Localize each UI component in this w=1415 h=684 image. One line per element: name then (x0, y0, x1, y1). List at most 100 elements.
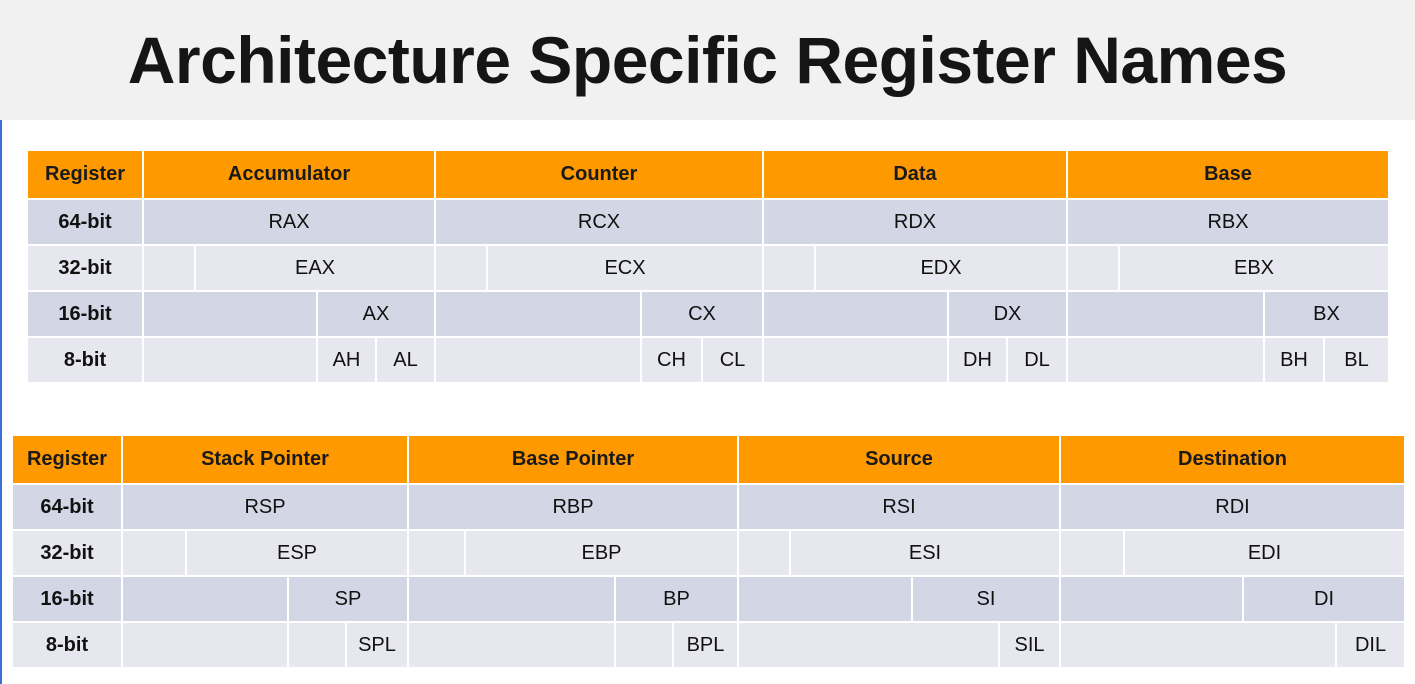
register-ch: CH (642, 338, 701, 382)
section-counter: CX (436, 292, 762, 336)
section-header-destination: Destination (1061, 436, 1404, 483)
empty-cell (764, 246, 814, 290)
register-al: AL (377, 338, 434, 382)
section-counter: ECX (436, 246, 762, 290)
register-rax: RAX (144, 200, 434, 244)
register-spl: SPL (347, 623, 407, 667)
register-esi: ESI (791, 531, 1059, 575)
section-base: BH BL (1068, 338, 1388, 382)
section-base: BX (1068, 292, 1388, 336)
empty-cell (1061, 577, 1242, 621)
section-source: SI (739, 577, 1059, 621)
row-label: 64-bit (28, 200, 142, 244)
section-stack-pointer: ESP (123, 531, 407, 575)
section-destination: DI (1061, 577, 1404, 621)
register-dh: DH (949, 338, 1006, 382)
table-header-row: Register Stack Pointer Base Pointer Sour… (13, 436, 1404, 483)
register-dl: DL (1008, 338, 1066, 382)
empty-cell (1061, 623, 1335, 667)
section-header-stack-pointer: Stack Pointer (123, 436, 407, 483)
register-bl: BL (1325, 338, 1388, 382)
section-stack-pointer: SPL (123, 623, 407, 667)
row-label: 64-bit (13, 485, 121, 529)
section-accumulator: AX (144, 292, 434, 336)
empty-cell (764, 292, 947, 336)
section-base-pointer: EBP (409, 531, 737, 575)
register-cx: CX (642, 292, 762, 336)
empty-cell (739, 577, 911, 621)
section-source: SIL (739, 623, 1059, 667)
empty-cell (436, 246, 486, 290)
register-ecx: ECX (488, 246, 762, 290)
section-stack-pointer: SP (123, 577, 407, 621)
section-data: EDX (764, 246, 1066, 290)
row-label: 8-bit (13, 623, 121, 667)
table-row-64bit: 64-bit RSP RBP RSI RDI (13, 485, 1404, 529)
empty-cell (144, 292, 316, 336)
row-label: 32-bit (13, 531, 121, 575)
register-rcx: RCX (436, 200, 762, 244)
register-bp: BP (616, 577, 737, 621)
register-ebp: EBP (466, 531, 737, 575)
empty-cell (144, 246, 194, 290)
register-bpl: BPL (674, 623, 737, 667)
empty-cell (739, 623, 998, 667)
row-label: 8-bit (28, 338, 142, 382)
empty-cell (764, 338, 947, 382)
empty-cell (409, 577, 614, 621)
register-sp: SP (289, 577, 407, 621)
table-header-row: Register Accumulator Counter Data Base (28, 151, 1388, 198)
row-label: 16-bit (13, 577, 121, 621)
empty-cell (739, 531, 789, 575)
section-data: DX (764, 292, 1066, 336)
register-rsp: RSP (123, 485, 407, 529)
section-header-data: Data (764, 151, 1066, 198)
table-row-8bit: 8-bit SPL BPL SIL DIL (13, 623, 1404, 667)
register-sil: SIL (1000, 623, 1059, 667)
section-header-counter: Counter (436, 151, 762, 198)
register-esp: ESP (187, 531, 407, 575)
register-rdi: RDI (1061, 485, 1404, 529)
table-row-8bit: 8-bit AH AL CH CL DH DL BH BL (28, 338, 1388, 382)
empty-cell (409, 531, 464, 575)
section-data: DH DL (764, 338, 1066, 382)
section-base-pointer: BP (409, 577, 737, 621)
row-label: 32-bit (28, 246, 142, 290)
register-rsi: RSI (739, 485, 1059, 529)
register-bx: BX (1265, 292, 1388, 336)
section-accumulator: EAX (144, 246, 434, 290)
register-cl: CL (703, 338, 762, 382)
section-accumulator: AH AL (144, 338, 434, 382)
empty-cell (436, 338, 640, 382)
table-row-32bit: 32-bit EAX ECX EDX EBX (28, 246, 1388, 290)
table-row-16bit: 16-bit AX CX DX BX (28, 292, 1388, 336)
empty-cell (1068, 338, 1263, 382)
register-rbp: RBP (409, 485, 737, 529)
register-table-general: Register Accumulator Counter Data Base 6… (28, 151, 1388, 382)
register-bh: BH (1265, 338, 1323, 382)
empty-cell (144, 338, 316, 382)
table-row-16bit: 16-bit SP BP SI DI (13, 577, 1404, 621)
section-destination: EDI (1061, 531, 1404, 575)
section-counter: CH CL (436, 338, 762, 382)
register-edi: EDI (1125, 531, 1404, 575)
register-ax: AX (318, 292, 434, 336)
register-di: DI (1244, 577, 1404, 621)
empty-cell (409, 623, 614, 667)
register-table-pointer-index: Register Stack Pointer Base Pointer Sour… (13, 436, 1404, 667)
register-ebx: EBX (1120, 246, 1388, 290)
register-column-header: Register (28, 151, 142, 198)
row-label: 16-bit (28, 292, 142, 336)
register-si: SI (913, 577, 1059, 621)
register-column-header: Register (13, 436, 121, 483)
section-base-pointer: BPL (409, 623, 737, 667)
page-title: Architecture Specific Register Names (127, 23, 1288, 97)
register-edx: EDX (816, 246, 1066, 290)
empty-cell (1068, 292, 1263, 336)
register-eax: EAX (196, 246, 434, 290)
empty-cell (123, 577, 287, 621)
empty-cell (1061, 531, 1123, 575)
empty-cell (123, 623, 287, 667)
register-dx: DX (949, 292, 1066, 336)
register-rdx: RDX (764, 200, 1066, 244)
